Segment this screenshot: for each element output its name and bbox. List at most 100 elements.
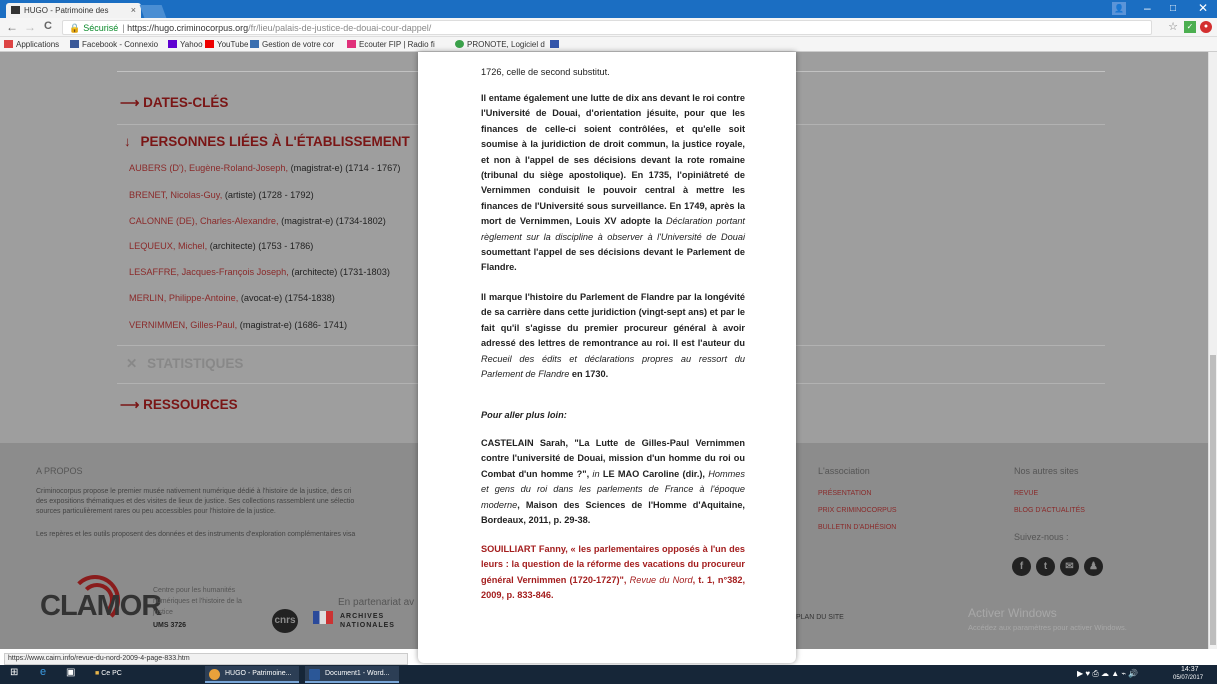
- activate-windows-title: Activer Windows: [968, 606, 1057, 620]
- youtube-icon[interactable]: ♟: [1084, 557, 1103, 576]
- facebook-icon: [70, 40, 79, 48]
- youtube-icon: [205, 40, 214, 48]
- apps-icon: [4, 40, 13, 48]
- close-window-button[interactable]: ✕: [1198, 1, 1208, 15]
- mail-icon: [250, 40, 259, 48]
- apropos-text: Criminocorpus propose le premier musée n…: [36, 488, 352, 495]
- taskbar-app-word[interactable]: Document1 - Word...: [305, 666, 399, 683]
- person-detail-modal: 1726, celle de second substitut. Il enta…: [418, 52, 796, 663]
- bookmark-apps[interactable]: Applications: [4, 40, 59, 49]
- status-bar-url: https://www.cairn.info/revue-du-nord-200…: [4, 653, 408, 665]
- link-revue[interactable]: REVUE: [1014, 490, 1038, 497]
- list-item[interactable]: VERNIMMEN, Gilles-Paul, (magistrat-e) (1…: [129, 320, 347, 330]
- list-item[interactable]: AUBERS (D'), Eugène-Roland-Joseph, (magi…: [129, 163, 400, 173]
- clamor-desc: Centre pour les humanités: [153, 587, 236, 594]
- autres-sites-title: Nos autres sites: [1014, 466, 1079, 476]
- bookmark-pronote[interactable]: PRONOTE, Logiciel d: [455, 40, 545, 49]
- clock-date: 05/07/2017: [1173, 675, 1204, 681]
- bookmark-gestion[interactable]: Gestion de votre cor: [250, 40, 334, 49]
- cross-icon: ✕: [126, 356, 138, 371]
- section-ressources[interactable]: ⟶ RESSOURCES: [120, 397, 238, 413]
- tab-close-icon[interactable]: ×: [131, 5, 136, 15]
- maximize-button[interactable]: □: [1170, 3, 1176, 14]
- twitter-icon[interactable]: t: [1036, 557, 1055, 576]
- clamor-desc: justice: [153, 609, 173, 616]
- pour-aller-label: Pour aller plus loin:: [481, 410, 567, 420]
- adblock-icon[interactable]: ●: [1200, 21, 1212, 33]
- plan-du-site-link[interactable]: PLAN DU SITE: [796, 614, 844, 621]
- reload-button[interactable]: C: [44, 20, 52, 32]
- facebook-icon[interactable]: f: [1012, 557, 1031, 576]
- cnrs-logo[interactable]: cnrs: [272, 609, 298, 633]
- modal-paragraph: Il marque l'histoire du Parlement de Fla…: [481, 292, 745, 380]
- archives-label: NATIONALES: [340, 622, 395, 629]
- back-button[interactable]: ←: [6, 20, 18, 34]
- association-title: L'association: [818, 466, 870, 476]
- forward-button[interactable]: →: [24, 20, 36, 34]
- folder-icon: ■: [95, 670, 100, 677]
- bookmarks-bar: Applications Facebook - Connexio Yahoo Y…: [0, 37, 1217, 52]
- clamor-logo[interactable]: CLAMOR: [40, 590, 162, 623]
- ce-pc-button[interactable]: ■ Ce PC: [95, 670, 122, 677]
- marianne-logo: [313, 611, 333, 624]
- word-icon: [309, 669, 320, 680]
- link-prix[interactable]: PRIX CRIMINOCORPUS: [818, 507, 897, 514]
- bookmark-facebook[interactable]: Facebook - Connexio: [70, 40, 158, 49]
- pronote-icon: [455, 40, 464, 48]
- windows-start-icon[interactable]: ⊞: [10, 667, 18, 678]
- star-icon[interactable]: ☆: [1167, 21, 1179, 33]
- clamor-desc: numériques et l'histoire de la: [153, 598, 242, 605]
- list-item[interactable]: CALONNE (DE), Charles-Alexandre, (magist…: [129, 216, 386, 226]
- radio-icon: [347, 40, 356, 48]
- section-personnes[interactable]: ↓ PERSONNES LIÉES À L'ÉTABLISSEMENT: [124, 134, 410, 149]
- arrow-down-icon: ↓: [124, 134, 131, 149]
- profile-icon[interactable]: 👤: [1112, 2, 1126, 15]
- system-tray[interactable]: ▶ ♥ ⎙ ☁ ▲ ⌁ 🔊: [1077, 669, 1138, 679]
- minimize-button[interactable]: –: [1144, 1, 1151, 15]
- link-blog[interactable]: BLOG D'ACTUALITÉS: [1014, 507, 1085, 514]
- tab-title: HUGO - Patrimoine des: [24, 6, 109, 15]
- envelope-icon: [550, 40, 559, 48]
- tab-favicon-icon: [11, 6, 20, 14]
- arrow-right-icon: ⟶: [120, 397, 140, 412]
- clock-time: 14:37: [1181, 666, 1199, 673]
- link-presentation[interactable]: PRÉSENTATION: [818, 490, 871, 497]
- lock-icon: 🔒: [69, 23, 81, 33]
- apropos-text: sources particulièrement rares ou peu ac…: [36, 508, 276, 515]
- modal-paragraph: Il entame également une lutte de dix ans…: [481, 93, 745, 273]
- reference-1: CASTELAIN Sarah, "La Lutte de Gilles-Pau…: [481, 438, 745, 526]
- extension-icon[interactable]: ✓: [1184, 21, 1196, 33]
- reference-2-link[interactable]: SOUILLIART Fanny, « les parlementaires o…: [481, 542, 745, 610]
- browser-tab[interactable]: HUGO - Patrimoine des ×: [6, 3, 141, 18]
- apropos-title: A PROPOS: [36, 466, 83, 476]
- list-item[interactable]: LESAFFRE, Jacques-François Joseph, (arch…: [129, 267, 390, 277]
- address-bar[interactable]: 🔒 Sécurisé | https://hugo.criminocorpus.or…: [62, 20, 1152, 35]
- new-tab-button[interactable]: [139, 5, 167, 18]
- archives-label: ARCHIVES: [340, 613, 385, 620]
- url-base: https://hugo.criminocorpus.org: [127, 23, 249, 33]
- list-item[interactable]: LEQUEUX, Michel, (architecte) (1753 - 17…: [129, 241, 313, 251]
- section-statistiques[interactable]: ✕ STATISTIQUES: [126, 356, 243, 372]
- suivez-label: Suivez-nous :: [1014, 532, 1069, 542]
- mail-icon[interactable]: ✉: [1060, 557, 1079, 576]
- section-dates-cles[interactable]: ⟶ DATES-CLÉS: [120, 95, 228, 111]
- store-icon[interactable]: ▣: [66, 667, 75, 678]
- taskbar-app-chrome[interactable]: HUGO - Patrimoine...: [205, 666, 299, 683]
- bookmark-yahoo[interactable]: Yahoo: [168, 40, 203, 49]
- partenariat-label: En partenariat av: [338, 597, 415, 608]
- url-path: /fr/lieu/palais-de-justice-de-douai-cour…: [248, 23, 432, 33]
- ums-label: UMS 3726: [153, 622, 187, 629]
- bookmark-youtube[interactable]: YouTube: [205, 40, 248, 49]
- list-item[interactable]: MERLIN, Philippe-Antoine, (avocat-e) (17…: [129, 293, 335, 303]
- bookmark-fip[interactable]: Ecouter FIP | Radio fi: [347, 40, 435, 49]
- link-adhesion[interactable]: BULLETIN D'ADHÉSION: [818, 524, 896, 531]
- scrollbar-thumb[interactable]: [1210, 355, 1216, 645]
- edge-icon[interactable]: e: [40, 666, 46, 678]
- windows-taskbar: ⊞ e ▣ ■ Ce PC HUGO - Patrimoine... Docum…: [0, 665, 1217, 684]
- bookmark-mail[interactable]: [550, 40, 562, 49]
- list-item[interactable]: BRENET, Nicolas-Guy, (artiste) (1728 - 1…: [129, 190, 314, 200]
- activate-windows-text: Accédez aux paramètres pour activer Wind…: [968, 623, 1127, 632]
- secure-label: Sécurisé: [83, 23, 119, 33]
- browser-toolbar: ← → C 🔒 Sécurisé | https://hugo.criminocor…: [0, 18, 1217, 37]
- chrome-icon: [209, 669, 220, 680]
